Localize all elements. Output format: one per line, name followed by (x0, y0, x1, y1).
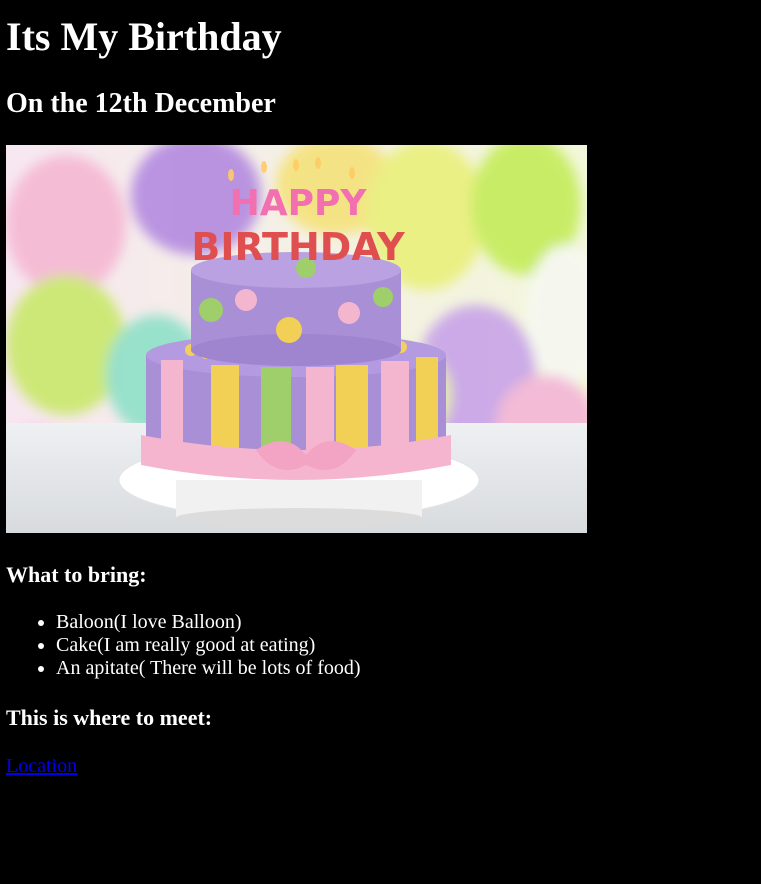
page-title: Its My Birthday (6, 14, 282, 59)
meet-heading: This is where to meet: (6, 705, 213, 730)
birthday-cake-image: HAPPY BIRTHDAY (6, 145, 587, 533)
location-link[interactable]: Location (6, 755, 77, 778)
list-item: Baloon(I love Balloon) (56, 611, 361, 634)
bring-list: Baloon(I love Balloon) Cake(I am really … (0, 611, 361, 680)
svg-text:BIRTHDAY: BIRTHDAY (191, 225, 405, 269)
svg-text:HAPPY: HAPPY (230, 183, 368, 224)
what-to-bring-heading: What to bring: (6, 562, 147, 587)
list-item: Cake(I am really good at eating) (56, 634, 361, 657)
page-subtitle: On the 12th December (6, 88, 276, 119)
list-item: An apitate( There will be lots of food) (56, 657, 361, 680)
